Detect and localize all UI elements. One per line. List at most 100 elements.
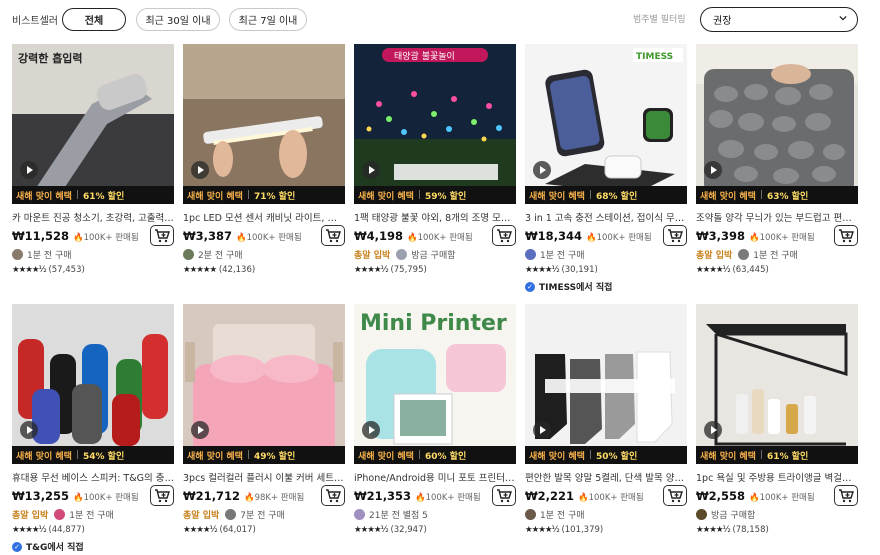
filter-chip-7-days[interactable]: 최근 7일 이내 [229, 8, 307, 31]
flame-icon: 🔥 [749, 233, 760, 243]
product-title[interactable]: 편안한 발목 양말 5켤레, 단색 발목 양말... [525, 470, 687, 484]
bath-mat-image[interactable]: 새해 맞이 혜택 | 63% 할인 [696, 44, 858, 204]
play-video-icon[interactable] [362, 421, 380, 439]
play-video-icon[interactable] [533, 421, 551, 439]
deal-tag: 새해 맞이 혜택 [187, 191, 243, 202]
product-title[interactable]: 휴대용 무선 베이스 스피커: T&G의 충전 ... [12, 470, 174, 484]
rating[interactable]: ★★★★½ (78,158) [696, 525, 769, 535]
product-title[interactable]: 1팩 태양광 불꽃 야외, 8개의 조명 모드 ... [354, 210, 516, 224]
sold-count: 🔥100K+ 판매됨 [749, 493, 815, 503]
deal-banner: 새해 맞이 혜택 | 54% 할인 [12, 446, 174, 464]
rating[interactable]: ★★★★½ (32,947) [354, 525, 427, 535]
buyer-avatar [183, 249, 194, 260]
discount-label: 59% 할인 [425, 191, 467, 202]
mini-printer-image[interactable]: Mini Printer 새해 맞이 혜택 | 60% 할인 [354, 304, 516, 464]
rating[interactable]: ★★★★½ (44,877) [12, 525, 85, 535]
review-count: (101,379) [561, 525, 604, 535]
add-to-cart-button[interactable] [321, 225, 345, 246]
discount-label: 68% 할인 [596, 191, 638, 202]
sold-count: 🔥100K+ 판매됨 [236, 233, 302, 243]
discount-label: 61% 할인 [767, 451, 809, 462]
purchase-meta: 방금 구매함 [696, 508, 755, 521]
play-video-icon[interactable] [20, 161, 38, 179]
solar-firework-image[interactable]: 태양광 불꽃놀이 새해 맞이 혜택 | 59% 할인 [354, 44, 516, 204]
add-to-cart-button[interactable] [834, 225, 858, 246]
deal-separator: | [417, 450, 421, 460]
play-video-icon[interactable] [533, 161, 551, 179]
product-title[interactable]: 카 마운트 진공 청소기, 초강력, 고출력 ... [12, 210, 174, 224]
section-label: 비스트셀러 [12, 16, 58, 27]
verified-check-icon: ✓ [525, 281, 535, 292]
play-video-icon[interactable] [704, 161, 722, 179]
add-to-cart-button[interactable] [663, 485, 687, 506]
product-title[interactable]: 3pcs 컬러컬러 플러시 이불 커버 세트 - ... [183, 470, 345, 484]
direct-seller-badge[interactable]: ✓ TIMESS에서 직접 [525, 280, 612, 293]
product-price: ₩3,387 [183, 229, 233, 243]
add-to-cart-button[interactable] [492, 225, 516, 246]
product-title[interactable]: 1pc 욕실 및 주방용 트라이앵글 벽걸이 ... [696, 470, 858, 484]
led-light-image[interactable]: 새해 맞이 혜택 | 71% 할인 [183, 44, 345, 204]
product-title[interactable]: 1pc LED 모션 센서 캐비닛 라이트, 언더 ... [183, 210, 345, 224]
product-price: ₩21,712 [183, 489, 241, 503]
speaker-image[interactable]: 새해 맞이 혜택 | 54% 할인 [12, 304, 174, 464]
product-price: ₩18,344 [525, 229, 583, 243]
add-to-cart-button[interactable] [663, 225, 687, 246]
rating[interactable]: ★★★★½ (101,379) [525, 525, 603, 535]
buyer-avatar [696, 509, 707, 520]
product-price: ₩11,528 [12, 229, 70, 243]
add-to-cart-button[interactable] [150, 485, 174, 506]
fast-shipping-badge: 총알 입박 [183, 511, 220, 521]
purchase-meta: 1분 전 구매 [12, 248, 72, 261]
play-video-icon[interactable] [191, 161, 209, 179]
product-title[interactable]: 조약돌 양각 무늬가 있는 부드럽고 편안 ... [696, 210, 858, 224]
filter-chip-all[interactable]: 전체 [62, 8, 126, 31]
add-to-cart-button[interactable] [150, 225, 174, 246]
add-to-cart-button[interactable] [321, 485, 345, 506]
deal-banner: 새해 맞이 혜택 | 50% 할인 [525, 446, 687, 464]
product-title[interactable]: 3 in 1 고속 충전 스테이션, 접이식 무선 ... [525, 210, 687, 224]
category-filter-label: 범주별 필터링 [633, 15, 686, 25]
rating[interactable]: ★★★★½ (30,191) [525, 265, 598, 275]
flame-icon: 🔥 [73, 233, 84, 243]
deal-separator: | [588, 190, 592, 200]
play-video-icon[interactable] [704, 421, 722, 439]
filter-chip-30-days[interactable]: 최근 30일 이내 [136, 8, 220, 31]
sold-count: 🔥100K+ 판매됨 [407, 233, 473, 243]
review-count: (44,877) [48, 525, 85, 535]
sort-select[interactable]: 권장 [700, 7, 858, 32]
direct-seller-badge[interactable]: ✓ T&G에서 직접 [12, 540, 84, 553]
add-to-cart-button[interactable] [834, 485, 858, 506]
star-rating: ★★★★½ [525, 525, 560, 535]
rating[interactable]: ★★★★½ (64,017) [183, 525, 256, 535]
vacuum-image[interactable]: 강력한 흡입력 새해 맞이 혜택 | 61% 할인 [12, 44, 174, 204]
deal-banner: 새해 맞이 혜택 | 68% 할인 [525, 186, 687, 204]
cart-plus-icon [155, 228, 170, 242]
product-price: ₩2,558 [696, 489, 746, 503]
deal-banner: 새해 맞이 혜택 | 63% 할인 [696, 186, 858, 204]
rating[interactable]: ★★★★½ (75,795) [354, 265, 427, 275]
sold-count: 🔥100K+ 판매됨 [586, 233, 652, 243]
rating[interactable]: ★★★★½ (57,453) [12, 265, 85, 275]
bedding-image[interactable]: 새해 맞이 혜택 | 49% 할인 [183, 304, 345, 464]
star-rating: ★★★★½ [696, 525, 731, 535]
fast-shipping-badge: 총알 입박 [696, 251, 733, 261]
recent-purchase: 1분 전 구매 [540, 251, 585, 261]
add-to-cart-button[interactable] [492, 485, 516, 506]
review-count: (42,136) [218, 265, 256, 275]
recent-purchase: 1분 전 구매 [540, 511, 585, 521]
play-video-icon[interactable] [191, 421, 209, 439]
recent-purchase: 1분 전 구매 [69, 511, 114, 521]
deal-separator: | [246, 190, 250, 200]
charger-image[interactable]: TIMESS 새해 맞이 혜택 | 68% 할인 [525, 44, 687, 204]
buyer-avatar [738, 249, 750, 260]
play-video-icon[interactable] [20, 421, 38, 439]
rating[interactable]: ★★★★★ (42,136) [183, 265, 255, 275]
sold-count: 🔥100K+ 판매됨 [749, 233, 815, 243]
product-title[interactable]: iPhone/Android용 미니 포토 프린터, ... [354, 470, 516, 484]
shelf-image[interactable]: 새해 맞이 혜택 | 61% 할인 [696, 304, 858, 464]
rating[interactable]: ★★★★½ (63,445) [696, 265, 769, 275]
cart-plus-icon [326, 488, 341, 502]
play-video-icon[interactable] [362, 161, 380, 179]
recent-purchase: 1분 전 구매 [27, 251, 72, 261]
socks-image[interactable]: 새해 맞이 혜택 | 50% 할인 [525, 304, 687, 464]
